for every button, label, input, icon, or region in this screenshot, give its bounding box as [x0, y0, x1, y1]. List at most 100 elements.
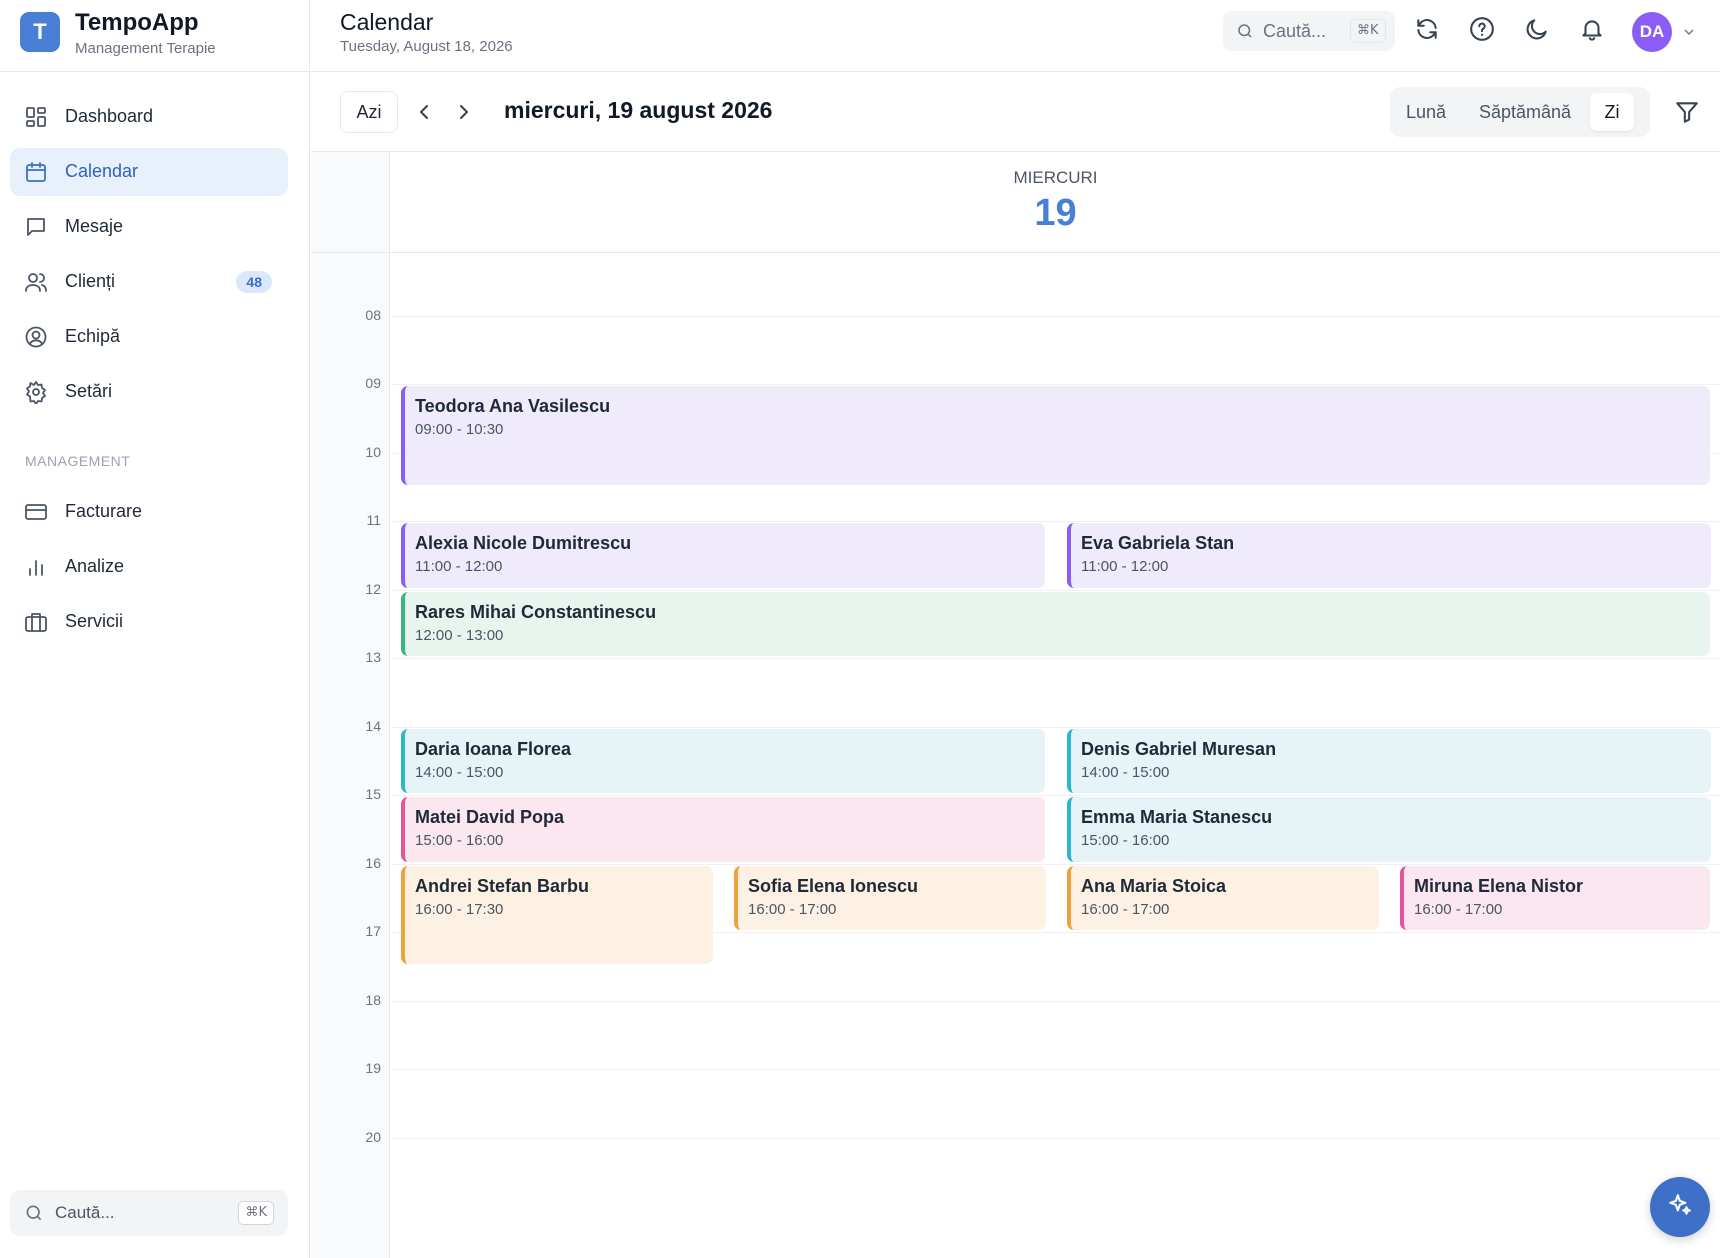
user-circle-icon	[24, 325, 48, 349]
hour-label: 18	[365, 991, 381, 1008]
time-grid[interactable]: 0708091011121314151617181920Teodora Ana …	[311, 254, 1720, 1258]
appointment-client-name: Ana Maria Stoica	[1081, 875, 1227, 896]
appointment-time: 14:00 - 15:00	[1081, 763, 1170, 781]
view-week-button[interactable]: Săptămână	[1466, 93, 1584, 131]
brand-name: TempoApp	[75, 9, 199, 36]
header-search[interactable]: Caută... ⌘K	[1223, 11, 1395, 51]
brand-subtitle: Management Terapie	[75, 40, 216, 57]
appointment-client-name: Miruna Elena Nistor	[1414, 875, 1584, 896]
appointment-card[interactable]: Ana Maria Stoica 16:00 - 17:00	[1067, 865, 1379, 930]
view-month-button[interactable]: Lună	[1396, 93, 1456, 131]
appointment-time: 12:00 - 13:00	[415, 626, 504, 644]
appointment-card[interactable]: Andrei Stefan Barbu 16:00 - 17:30	[401, 865, 713, 965]
gear-icon	[24, 380, 48, 405]
sidebar-item-servicii[interactable]: Servicii	[10, 598, 288, 646]
appointment-card[interactable]: Denis Gabriel Muresan 14:00 - 15:00	[1067, 728, 1711, 793]
appointment-client-name: Eva Gabriela Stan	[1081, 533, 1235, 553]
next-day-button[interactable]	[452, 100, 476, 124]
sidebar-item-clienti[interactable]: Clienți 48	[10, 258, 288, 306]
appointment-card[interactable]: Miruna Elena Nistor 16:00 - 17:00	[1400, 865, 1710, 930]
hour-label: 19	[365, 1060, 381, 1076]
sparkles-icon	[1667, 1192, 1693, 1223]
avatar[interactable]: DA	[1632, 12, 1672, 52]
message-icon	[24, 215, 48, 239]
hour-line	[391, 726, 1720, 728]
appointment-card[interactable]: Matei David Popa 15:00 - 16:00	[401, 797, 1045, 862]
page-title: Calendar	[340, 9, 434, 35]
hour-line	[391, 521, 1720, 522]
header-search-placeholder: Caută...	[1263, 21, 1327, 41]
appointment-card[interactable]: Sofia Elena Ionescu 16:00 - 17:00	[734, 865, 1046, 930]
appointment-card[interactable]: Alexia Nicole Dumitrescu 11:00 - 12:00	[401, 523, 1045, 588]
page-date: Tuesday, August 18, 2026	[340, 38, 513, 55]
today-button[interactable]: Azi	[340, 91, 398, 133]
appointment-card[interactable]: Teodora Ana Vasilescu 09:00 - 10:30	[401, 386, 1710, 485]
sidebar-search[interactable]: Caută... ⌘K	[10, 1190, 288, 1236]
bell-icon	[1579, 20, 1605, 46]
sidebar-item-facturare[interactable]: Facturare	[10, 488, 288, 536]
appointment-time: 16:00 - 17:00	[748, 900, 837, 918]
appointment-client-name: Andrei Stefan Barbu	[415, 875, 590, 896]
appointment-client-name: Matei David Popa	[415, 807, 565, 827]
theme-toggle-button[interactable]	[1524, 16, 1554, 46]
sidebar-item-calendar[interactable]: Calendar	[10, 148, 288, 196]
appointment-time: 15:00 - 16:00	[1081, 832, 1170, 849]
hour-line	[391, 315, 1720, 317]
filter-button[interactable]	[1674, 99, 1700, 125]
hour-line	[391, 384, 1720, 385]
hour-line	[391, 1137, 1720, 1139]
hour-label: 14	[365, 717, 381, 734]
sidebar-item-dashboard[interactable]: Dashboard	[10, 93, 288, 141]
refresh-icon	[1414, 19, 1440, 46]
appointment-time: 16:00 - 17:00	[1081, 900, 1170, 918]
gutter-header	[311, 152, 390, 253]
current-date: miercuri, 19 august 2026	[504, 97, 773, 123]
appointment-card[interactable]: Emma Maria Stanescu 15:00 - 16:00	[1067, 797, 1711, 862]
help-button[interactable]	[1469, 16, 1499, 46]
appointment-time: 11:00 - 12:00	[415, 558, 503, 575]
section-title-management: MANAGEMENT	[25, 453, 131, 469]
top-header: Calendar Tuesday, August 18, 2026 Caută.…	[311, 0, 1720, 72]
appointment-client-name: Daria Ioana Florea	[415, 738, 572, 759]
hour-label: 12	[365, 580, 381, 597]
appointment-client-name: Sofia Elena Ionescu	[748, 875, 919, 896]
sidebar-item-setari[interactable]: Setări	[10, 368, 288, 416]
notifications-button[interactable]	[1579, 16, 1609, 46]
sidebar-item-mesaje[interactable]: Mesaje	[10, 203, 288, 251]
day-calendar: MIERCURI 19 0708091011121314151617181920…	[311, 152, 1720, 1258]
hour-line	[391, 1069, 1720, 1070]
calendar-icon	[24, 160, 48, 184]
appointment-time: 16:00 - 17:00	[1414, 900, 1503, 918]
appointment-time: 16:00 - 17:30	[415, 900, 504, 918]
sidebar-item-analize[interactable]: Analize	[10, 543, 288, 591]
day-header[interactable]: MIERCURI 19	[391, 152, 1720, 253]
appointment-time: 11:00 - 12:00	[1081, 558, 1169, 575]
brand-logo[interactable]: T	[20, 12, 60, 52]
ai-assistant-button[interactable]	[1650, 1177, 1710, 1237]
hour-line	[391, 795, 1720, 796]
sidebar-item-label: Analize	[65, 556, 125, 576]
clients-count-badge: 48	[236, 271, 272, 293]
view-day-button[interactable]: Zi	[1590, 93, 1634, 131]
appointment-client-name: Denis Gabriel Muresan	[1081, 738, 1277, 759]
search-icon	[24, 1203, 44, 1223]
hour-line	[391, 658, 1720, 659]
sidebar-item-echipa[interactable]: Echipă	[10, 313, 288, 361]
appointment-card[interactable]: Rares Mihai Constantinescu 12:00 - 13:00	[401, 591, 1710, 656]
appointment-card[interactable]: Daria Ioana Florea 14:00 - 15:00	[401, 728, 1045, 793]
search-icon	[1236, 22, 1254, 40]
refresh-button[interactable]	[1414, 16, 1444, 46]
app-root: T TempoApp Management Terapie Dashboard …	[0, 0, 1720, 1258]
shortcut-hint: ⌘K	[238, 1201, 274, 1225]
shortcut-hint: ⌘K	[1350, 19, 1386, 43]
calendar-toolbar: Azi miercuri, 19 august 2026 Lună Săptăm…	[311, 72, 1720, 152]
chevron-down-icon[interactable]	[1681, 24, 1697, 40]
prev-day-button[interactable]	[412, 100, 436, 124]
chevron-right-icon	[452, 105, 476, 128]
hour-line	[391, 589, 1720, 591]
grid-icon	[24, 105, 48, 129]
day-number: 19	[1034, 192, 1077, 234]
sidebar-item-label: Servicii	[65, 611, 124, 631]
appointment-card[interactable]: Eva Gabriela Stan 11:00 - 12:00	[1067, 523, 1711, 588]
hour-label: 15	[365, 786, 381, 802]
